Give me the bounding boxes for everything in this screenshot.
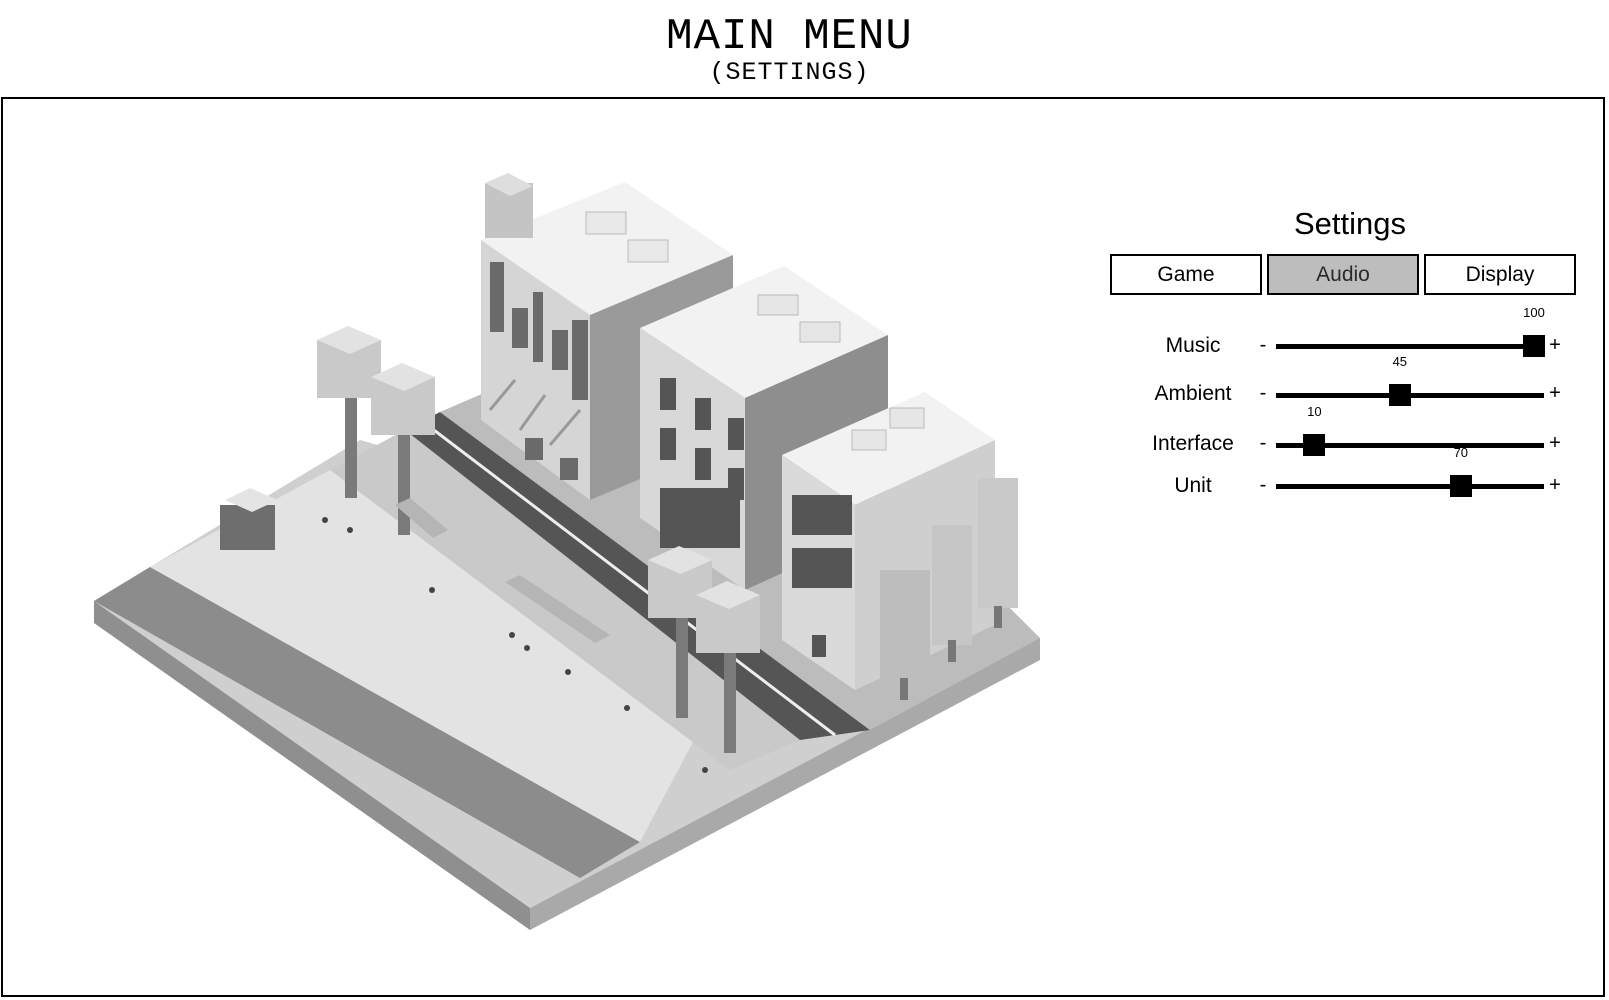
isometric-voxel-street-icon	[94, 173, 1040, 930]
interface-value: 10	[1307, 404, 1322, 419]
music-slider-handle[interactable]: 100	[1523, 305, 1545, 357]
music-value: 100	[1523, 305, 1545, 320]
unit-increase-button[interactable]: +	[1548, 474, 1562, 496]
unit-slider[interactable]: 70	[1276, 445, 1544, 497]
interface-decrease-button[interactable]: -	[1256, 432, 1270, 454]
ambient-slider[interactable]: 45	[1276, 354, 1544, 406]
tab-game[interactable]: Game	[1110, 254, 1262, 295]
ambient-label: Ambient	[1154, 382, 1232, 405]
unit-label: Unit	[1174, 474, 1212, 497]
tab-audio[interactable]: Audio	[1267, 254, 1419, 295]
ambient-increase-button[interactable]: +	[1548, 382, 1562, 404]
interface-label: Interface	[1152, 432, 1234, 455]
unit-slider-handle[interactable]: 70	[1449, 445, 1472, 497]
interface-increase-button[interactable]: +	[1548, 432, 1562, 454]
unit-decrease-button[interactable]: -	[1256, 474, 1270, 496]
interface-slider[interactable]: 10	[1276, 404, 1544, 456]
music-slider[interactable]: 100	[1276, 305, 1545, 357]
tab-display[interactable]: Display	[1424, 254, 1576, 295]
ambient-value: 45	[1392, 354, 1408, 369]
music-increase-button[interactable]: +	[1548, 334, 1562, 356]
unit-value: 70	[1453, 445, 1469, 460]
ambient-slider-handle[interactable]: 45	[1388, 354, 1411, 406]
ambient-decrease-button[interactable]: -	[1256, 382, 1270, 404]
settings-heading: Settings	[1293, 206, 1406, 241]
music-decrease-button[interactable]: -	[1256, 334, 1270, 356]
interface-slider-handle[interactable]: 10	[1303, 404, 1326, 456]
music-label: Music	[1165, 334, 1221, 357]
